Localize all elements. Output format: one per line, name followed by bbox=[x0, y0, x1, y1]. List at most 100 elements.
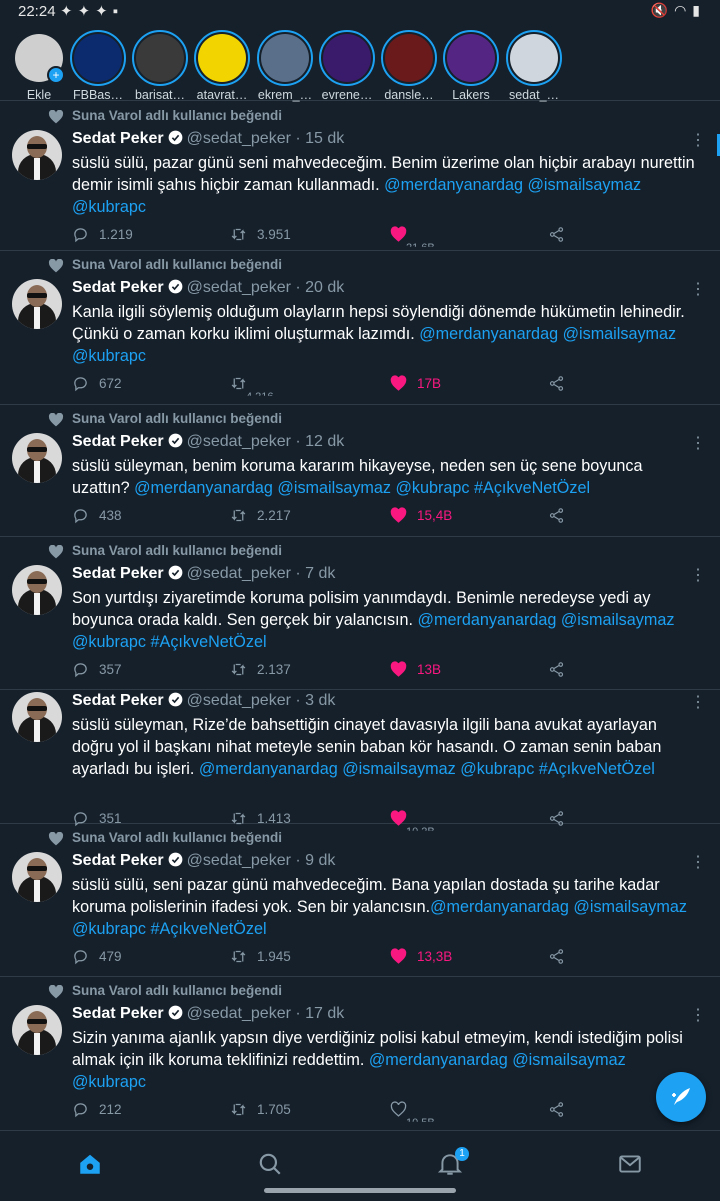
author-handle[interactable]: @sedat_peker bbox=[187, 130, 291, 147]
tweet[interactable]: Sedat Peker @sedat_peker · 3 dk ⋮ süslü s… bbox=[0, 690, 720, 831]
reply-button[interactable]: 357 bbox=[72, 661, 122, 678]
reply-count: 479 bbox=[99, 949, 122, 964]
tweet-text: Sizin yanıma ajanlık yapsın diye verdiği… bbox=[72, 1027, 702, 1093]
author-handle[interactable]: @sedat_peker bbox=[187, 852, 291, 869]
tweet[interactable]: Suna Varol adlı kullanıcı beğendi Sedat … bbox=[0, 977, 720, 1131]
reply-button[interactable]: 212 bbox=[72, 1101, 122, 1118]
notification-badge: 1 bbox=[455, 1147, 469, 1161]
author-handle[interactable]: @sedat_peker bbox=[187, 433, 291, 450]
more-icon[interactable]: ⋮ bbox=[690, 852, 706, 872]
social-context: Suna Varol adlı kullanıcı beğendi bbox=[72, 830, 283, 845]
reply-count: 212 bbox=[99, 1102, 122, 1117]
share-button[interactable] bbox=[548, 948, 565, 965]
tweet-actions: 438 2.217 15,4B bbox=[72, 507, 692, 527]
author-name[interactable]: Sedat Peker bbox=[72, 852, 164, 869]
avatar bbox=[198, 34, 246, 82]
retweet-button[interactable]: 1.705 bbox=[230, 1101, 291, 1118]
nav-home[interactable] bbox=[77, 1151, 103, 1177]
reply-button[interactable]: 438 bbox=[72, 507, 122, 524]
like-button[interactable]: 21,6B bbox=[390, 226, 435, 247]
author-handle[interactable]: @sedat_peker bbox=[187, 279, 291, 296]
more-icon[interactable]: ⋮ bbox=[690, 130, 706, 150]
verified-icon bbox=[168, 852, 182, 867]
reply-count: 357 bbox=[99, 662, 122, 677]
like-button[interactable]: 13B bbox=[390, 661, 441, 678]
more-icon[interactable]: ⋮ bbox=[690, 692, 706, 712]
author-handle[interactable]: @sedat_peker bbox=[187, 1005, 291, 1022]
reply-button[interactable]: 479 bbox=[72, 948, 122, 965]
tweet-actions: 212 1.705 10,5B bbox=[72, 1101, 692, 1122]
author-name[interactable]: Sedat Peker bbox=[72, 565, 164, 582]
author-name[interactable]: Sedat Peker bbox=[72, 130, 164, 147]
retweet-icon bbox=[231, 950, 246, 963]
avatar[interactable] bbox=[12, 692, 62, 742]
tweet-mentions[interactable]: @merdanyanardag @ismailsaymaz @kubrapc #… bbox=[199, 760, 655, 778]
tweet-time: · 15 dk bbox=[295, 130, 345, 147]
like-count: 17B bbox=[417, 376, 442, 391]
more-icon[interactable]: ⋮ bbox=[690, 1005, 706, 1025]
more-icon[interactable]: ⋮ bbox=[690, 279, 706, 299]
reply-button[interactable]: 672 bbox=[72, 375, 122, 392]
avatar[interactable] bbox=[12, 1005, 62, 1055]
reply-button[interactable]: 1.219 bbox=[72, 226, 133, 243]
tweet[interactable]: Suna Varol adlı kullanıcı beğendi Sedat … bbox=[0, 251, 720, 405]
compose-icon bbox=[672, 1088, 690, 1105]
retweet-icon bbox=[231, 509, 246, 522]
author-name[interactable]: Sedat Peker bbox=[72, 279, 164, 296]
retweet-icon bbox=[231, 663, 246, 676]
like-count: 13,3B bbox=[417, 949, 453, 964]
retweet-count: 3.951 bbox=[257, 227, 291, 242]
share-icon bbox=[549, 1102, 564, 1117]
heart-icon bbox=[48, 545, 64, 559]
author-name[interactable]: Sedat Peker bbox=[72, 1005, 164, 1022]
heart-icon bbox=[390, 375, 407, 391]
author-name[interactable]: Sedat Peker bbox=[72, 433, 164, 450]
tweet-time: · 3 dk bbox=[295, 692, 336, 709]
tweet-actions: 672 4.216 17B bbox=[72, 375, 692, 396]
share-icon bbox=[549, 662, 564, 677]
fleet-item[interactable]: sedat_… bbox=[495, 30, 573, 102]
like-button[interactable]: 13,3B bbox=[390, 948, 452, 965]
share-button[interactable] bbox=[548, 226, 565, 243]
tweet[interactable]: Suna Varol adlı kullanıcı beğendi Sedat … bbox=[0, 824, 720, 977]
tweet-header: Sedat Peker @sedat_peker · 3 dk bbox=[72, 692, 335, 710]
retweet-button[interactable]: 2.137 bbox=[230, 661, 291, 678]
verified-icon bbox=[168, 565, 182, 580]
retweet-button[interactable]: 1.945 bbox=[230, 948, 291, 965]
reply-icon bbox=[74, 509, 87, 524]
heart-icon bbox=[48, 985, 64, 999]
nav-search[interactable] bbox=[257, 1151, 283, 1177]
share-icon bbox=[549, 508, 564, 523]
tweet[interactable]: Suna Varol adlı kullanıcı beğendi Sedat … bbox=[0, 102, 720, 251]
share-button[interactable] bbox=[548, 375, 565, 392]
heart-icon bbox=[48, 832, 64, 846]
tweet-mentions[interactable]: @merdanyanardag @ismailsaymaz @kubrapc #… bbox=[134, 479, 590, 497]
author-handle[interactable]: @sedat_peker bbox=[187, 692, 291, 709]
tweet[interactable]: Suna Varol adlı kullanıcı beğendi Sedat … bbox=[0, 537, 720, 690]
share-button[interactable] bbox=[548, 661, 565, 678]
author-name[interactable]: Sedat Peker bbox=[72, 692, 164, 709]
avatar[interactable] bbox=[12, 279, 62, 329]
share-button[interactable] bbox=[548, 1101, 565, 1118]
avatar[interactable] bbox=[12, 565, 62, 615]
tweet-time: · 12 dk bbox=[295, 433, 345, 450]
retweet-button[interactable]: 2.217 bbox=[230, 507, 291, 524]
retweet-button[interactable]: 3.951 bbox=[230, 226, 291, 243]
tweet[interactable]: Suna Varol adlı kullanıcı beğendi Sedat … bbox=[0, 405, 720, 537]
avatar[interactable] bbox=[12, 433, 62, 483]
retweet-icon bbox=[231, 377, 246, 390]
avatar[interactable] bbox=[12, 130, 62, 180]
reply-icon bbox=[74, 377, 87, 392]
more-icon[interactable]: ⋮ bbox=[690, 565, 706, 585]
more-icon[interactable]: ⋮ bbox=[690, 433, 706, 453]
retweet-button[interactable]: 4.216 bbox=[230, 375, 274, 396]
like-button[interactable]: 15,4B bbox=[390, 507, 452, 524]
like-button[interactable]: 17B bbox=[390, 375, 441, 392]
retweet-count: 2.137 bbox=[257, 662, 291, 677]
compose-tweet-button[interactable] bbox=[656, 1072, 706, 1122]
share-button[interactable] bbox=[548, 507, 565, 524]
nav-messages[interactable] bbox=[617, 1151, 643, 1177]
author-handle[interactable]: @sedat_peker bbox=[187, 565, 291, 582]
like-button[interactable]: 10,5B bbox=[390, 1101, 435, 1122]
avatar[interactable] bbox=[12, 852, 62, 902]
